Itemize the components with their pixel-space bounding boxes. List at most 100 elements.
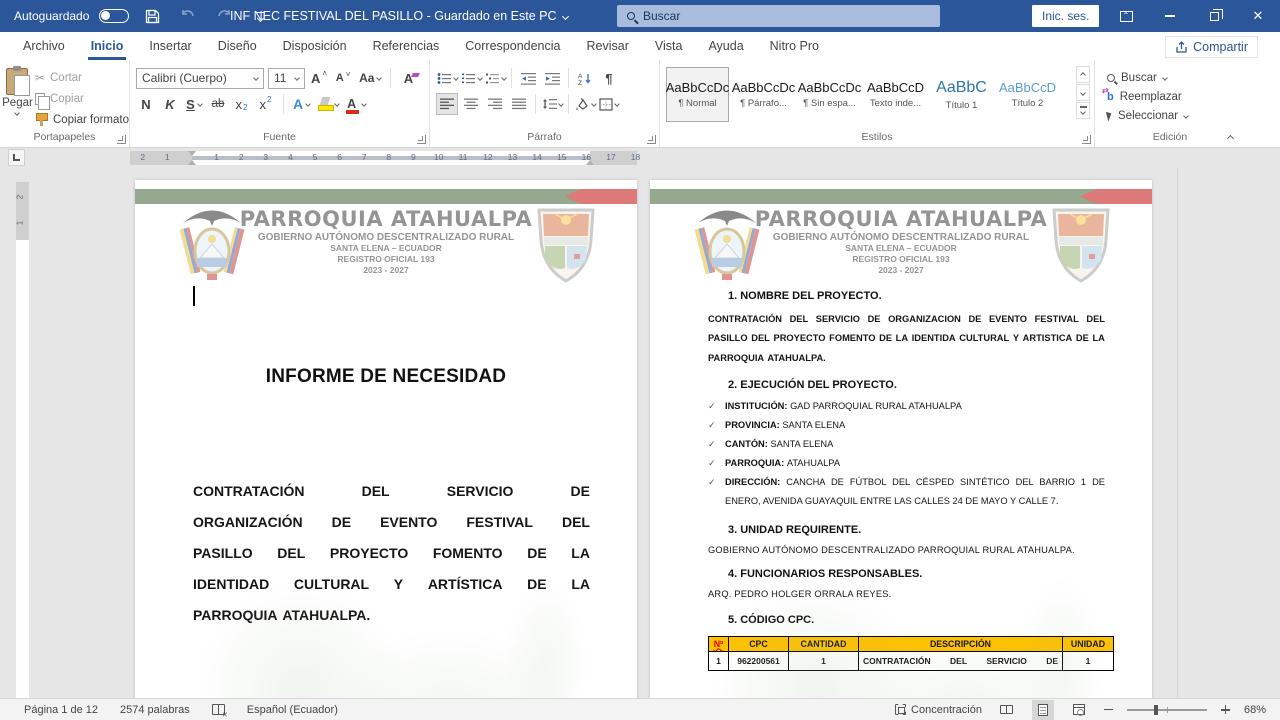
ruler-number: 6	[336, 152, 344, 162]
tab-selector-button[interactable]	[8, 149, 25, 166]
highlight-color-button[interactable]	[316, 93, 341, 115]
page-1[interactable]: PARROQUIA ATAHUALPA GOBIERNO AUTÓNOMO DE…	[135, 180, 637, 698]
zoom-out-button[interactable]	[1104, 709, 1113, 711]
collapse-ribbon-button[interactable]	[1228, 130, 1233, 144]
dialog-launcher-icon[interactable]	[417, 135, 426, 144]
strikethrough-button[interactable]: ab	[208, 93, 228, 115]
font-color-button[interactable]: A	[345, 93, 368, 115]
section-paragraph-1: CONTRATACIÓNDELSERVICIODEORGANIZACIONDEE…	[708, 309, 1105, 368]
zoom-in-button[interactable]	[1221, 705, 1230, 714]
restore-button[interactable]	[1192, 0, 1236, 32]
sort-button[interactable]: AZ	[574, 67, 596, 89]
tab-ayuda[interactable]: Ayuda	[695, 32, 756, 60]
document-area[interactable]: 2 1 PARROQUIA ATAHUALPA GOBIERNO AUTÓNOM…	[0, 168, 1280, 698]
replace-button[interactable]: bReemplazar	[1095, 87, 1245, 106]
language-status[interactable]: Español (Ecuador)	[247, 704, 338, 716]
share-button[interactable]: Compartir	[1165, 36, 1258, 58]
tab-diseño[interactable]: Diseño	[205, 32, 270, 60]
align-center-button[interactable]	[460, 93, 482, 115]
read-mode-button[interactable]	[996, 700, 1018, 720]
tab-insertar[interactable]: Insertar	[136, 32, 204, 60]
focus-mode-button[interactable]: Concentración	[895, 704, 982, 716]
paste-button[interactable]: Pegar	[0, 65, 35, 130]
superscript-button[interactable]: x2	[256, 93, 276, 115]
grow-font-button[interactable]: A˄	[309, 67, 329, 89]
style-título-1[interactable]: AaBbCTítulo 1	[930, 67, 993, 122]
first-line-indent-marker[interactable]	[188, 151, 196, 156]
style-normal[interactable]: AaBbCcDc¶ Normal	[666, 67, 729, 122]
multilevel-list-button[interactable]	[484, 67, 506, 89]
shading-button[interactable]	[574, 93, 596, 115]
style-sin-espa[interactable]: AaBbCcDc¶ Sin espa...	[798, 67, 861, 122]
styles-scroll-down-button[interactable]	[1076, 84, 1090, 101]
shrink-font-button[interactable]: A˅	[333, 67, 353, 89]
save-icon[interactable]	[139, 6, 165, 26]
search-input[interactable]: Buscar	[617, 5, 940, 27]
styles-scroll-up-button[interactable]	[1076, 66, 1090, 83]
document-title[interactable]: INF NEC FESTIVAL DEL PASILLO - Guardado …	[230, 0, 568, 32]
justify-button[interactable]	[508, 93, 530, 115]
change-case-button[interactable]: Aa	[357, 67, 383, 89]
font-size-combobox[interactable]: 11	[268, 68, 305, 89]
dialog-launcher-icon[interactable]	[117, 135, 126, 144]
increase-indent-button[interactable]	[541, 67, 563, 89]
text-effects-button[interactable]: A	[291, 93, 312, 115]
dialog-launcher-icon[interactable]	[647, 135, 656, 144]
tab-inicio[interactable]: Inicio	[78, 32, 137, 60]
subscript-button[interactable]: x2	[232, 93, 252, 115]
select-button[interactable]: Seleccionar	[1095, 106, 1245, 125]
tab-nitro-pro[interactable]: Nitro Pro	[757, 32, 832, 60]
vertical-ruler[interactable]: 2 1	[16, 182, 29, 698]
font-name-combobox[interactable]: Calibri (Cuerpo)	[136, 68, 264, 89]
page-2[interactable]: PARROQUIA ATAHUALPA GOBIERNO AUTÓNOMO DE…	[650, 180, 1152, 698]
tab-revisar[interactable]: Revisar	[573, 32, 641, 60]
undo-icon[interactable]	[175, 6, 201, 26]
checkmark-icon: ✓	[708, 454, 716, 473]
page-number-status[interactable]: Página 1 de 12	[24, 704, 98, 716]
borders-button[interactable]	[598, 93, 620, 115]
styles-more-button[interactable]	[1076, 102, 1090, 119]
scrollbar[interactable]	[1177, 168, 1178, 698]
style-texto-inde[interactable]: AaBbCcDTexto inde...	[864, 67, 927, 122]
show-marks-button[interactable]: ¶	[598, 67, 620, 89]
italic-button[interactable]: K	[160, 93, 180, 115]
sign-in-button[interactable]: Inic. ses.	[1032, 5, 1099, 27]
style-título-2[interactable]: AaBbCcDTítulo 2	[996, 67, 1059, 122]
style-párrafo[interactable]: AaBbCcDc¶ Párrafo...	[732, 67, 795, 122]
table-cell: 1	[709, 651, 729, 670]
right-indent-marker[interactable]	[586, 160, 594, 165]
align-left-button[interactable]	[436, 93, 458, 115]
horizontal-ruler[interactable]: 21123456789101112131415161718	[130, 151, 637, 165]
proofing-status[interactable]	[212, 704, 225, 715]
tab-archivo[interactable]: Archivo	[10, 32, 78, 60]
checklist-item: ✓PARROQUIA: ATAHUALPA	[708, 454, 1105, 473]
zoom-slider[interactable]	[1127, 709, 1207, 711]
left-indent-marker[interactable]	[188, 160, 196, 165]
format-painter-button[interactable]: Copiar formato	[35, 111, 129, 128]
tab-vista[interactable]: Vista	[642, 32, 696, 60]
numbering-button[interactable]	[460, 67, 482, 89]
ribbon-display-options-button[interactable]: ⌃	[1104, 0, 1148, 32]
decrease-indent-button[interactable]	[517, 67, 539, 89]
autosave-toggle[interactable]	[99, 9, 129, 23]
cut-button[interactable]: ✂Cortar	[35, 69, 129, 86]
web-layout-button[interactable]	[1068, 700, 1090, 720]
zoom-slider-thumb[interactable]	[1154, 705, 1158, 715]
tab-disposición[interactable]: Disposición	[270, 32, 360, 60]
word-count-status[interactable]: 2574 palabras	[120, 704, 190, 716]
print-layout-button[interactable]	[1032, 700, 1054, 720]
underline-button[interactable]: S	[184, 93, 204, 115]
tab-correspondencia[interactable]: Correspondencia	[452, 32, 573, 60]
copy-button[interactable]: Copiar	[35, 90, 129, 107]
tab-referencias[interactable]: Referencias	[360, 32, 453, 60]
dialog-launcher-icon[interactable]	[1082, 135, 1091, 144]
line-spacing-button[interactable]	[541, 93, 563, 115]
zoom-level[interactable]: 68%	[1244, 704, 1266, 716]
minimize-button[interactable]	[1148, 0, 1192, 32]
bold-button[interactable]: N	[136, 93, 156, 115]
bullets-button[interactable]	[436, 67, 458, 89]
clear-formatting-button[interactable]: A	[398, 67, 418, 89]
align-right-button[interactable]	[484, 93, 506, 115]
find-button[interactable]: Buscar	[1095, 68, 1245, 87]
close-button[interactable]: ✕	[1236, 0, 1280, 32]
